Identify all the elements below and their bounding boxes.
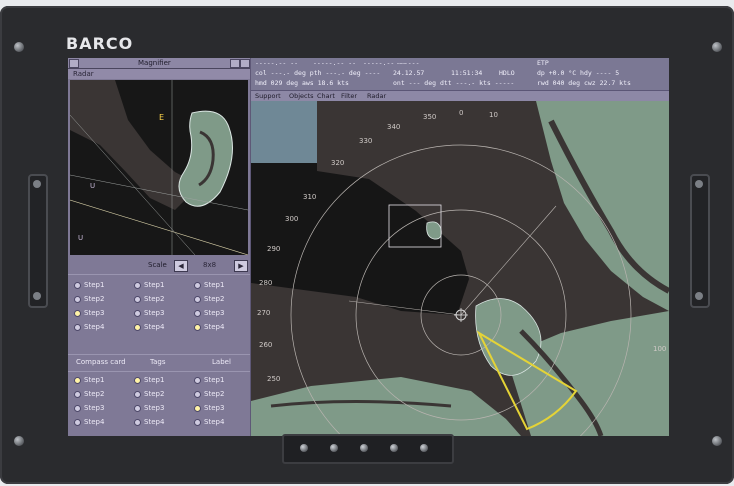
label-header: Label xyxy=(212,358,231,366)
menu-item-filter[interactable]: Filter xyxy=(341,91,357,101)
monitor-button[interactable] xyxy=(390,444,398,452)
bearing-label: 300 xyxy=(285,215,298,223)
monitor-button[interactable] xyxy=(300,444,308,452)
bearing-label: 10 xyxy=(489,111,498,119)
option-step[interactable]: Step3 xyxy=(194,306,246,320)
info-mode: HDLO xyxy=(499,69,515,77)
radar-label: Radar xyxy=(68,69,250,79)
bearing-label: 100 xyxy=(653,345,666,353)
svg-text:U: U xyxy=(78,234,83,242)
screw-icon xyxy=(712,436,722,446)
info-time: 11:51:34 xyxy=(451,69,483,77)
option-step[interactable]: Step4 xyxy=(194,415,246,429)
option-step[interactable]: Step4 xyxy=(134,415,186,429)
menu-item-radar[interactable]: Radar xyxy=(367,91,386,101)
option-step[interactable]: Step3 xyxy=(194,401,246,415)
left-handle xyxy=(28,174,48,308)
option-step[interactable]: Step4 xyxy=(74,415,126,429)
barco-logo: BARCO xyxy=(66,34,134,53)
info-field: ------ xyxy=(396,59,420,67)
minimize-icon[interactable] xyxy=(230,59,240,68)
option-step[interactable]: Step1 xyxy=(134,278,186,292)
magnifier-panel: Magnifier Radar E U U Scale ◀ 8x8 ▶ Step… xyxy=(68,58,251,436)
option-step[interactable]: Step1 xyxy=(134,373,186,387)
option-step[interactable]: Step3 xyxy=(134,306,186,320)
option-step[interactable]: Step3 xyxy=(74,306,126,320)
bearing-label: 310 xyxy=(303,193,316,201)
option-step[interactable]: Step3 xyxy=(74,401,126,415)
info-field: dp +0.0 °C hdy ---- 5 xyxy=(537,69,620,77)
option-step[interactable]: Step1 xyxy=(74,373,126,387)
info-panel: -----.-- -- -----.-- -- -----.-- -- ----… xyxy=(251,58,669,90)
menu-item-support[interactable]: Support xyxy=(255,91,281,101)
option-step[interactable]: Step2 xyxy=(194,292,246,306)
option-step[interactable]: Step1 xyxy=(74,278,126,292)
info-field: -----.-- -- xyxy=(313,59,357,67)
option-step[interactable]: Step2 xyxy=(74,292,126,306)
info-field: hmd 029 deg aws 18.6 kts xyxy=(255,79,349,87)
bearing-label: 250 xyxy=(267,375,280,383)
bearing-label: 260 xyxy=(259,341,272,349)
bearing-label: 350 xyxy=(423,113,436,121)
option-step[interactable]: Step2 xyxy=(134,292,186,306)
info-field: ETP xyxy=(537,59,549,67)
bearing-label: 330 xyxy=(359,137,372,145)
screw-icon xyxy=(712,42,722,52)
radar-view[interactable]: 350 0 10 340 330 320 310 300 290 280 270… xyxy=(251,101,669,436)
bearing-label: 340 xyxy=(387,123,400,131)
display-screen: Magnifier Radar E U U Scale ◀ 8x8 ▶ Step… xyxy=(68,58,669,436)
option-column-3: Step1 Step2 Step3 Step4 xyxy=(194,278,246,334)
menu-item-objects[interactable]: Objects xyxy=(289,91,314,101)
monitor-button-strip xyxy=(282,434,454,464)
scale-row: Scale ◀ 8x8 ▶ xyxy=(68,258,250,272)
scale-label: Scale xyxy=(148,261,167,269)
info-field: -----.-- -- xyxy=(255,59,299,67)
option-step[interactable]: Step2 xyxy=(74,387,126,401)
option-column-1: Step1 Step2 Step3 Step4 xyxy=(74,278,126,334)
magnifier-title: Magnifier xyxy=(138,59,171,67)
svg-text:U: U xyxy=(90,182,95,190)
bearing-label: 280 xyxy=(259,279,272,287)
bearing-label: 0 xyxy=(459,109,463,117)
option-step[interactable]: Step1 xyxy=(194,278,246,292)
radar-panel: -----.-- -- -----.-- -- -----.-- -- ----… xyxy=(251,58,669,436)
magnifier-view[interactable]: E U U xyxy=(70,80,248,255)
menu-item-chart[interactable]: Chart xyxy=(317,91,335,101)
magnifier-titlebar: Magnifier xyxy=(68,58,250,69)
screw-icon xyxy=(14,436,24,446)
right-handle xyxy=(690,174,710,308)
close-icon[interactable] xyxy=(240,59,250,68)
option-step[interactable]: Step3 xyxy=(134,401,186,415)
option-step[interactable]: Step2 xyxy=(194,387,246,401)
option-step[interactable]: Step2 xyxy=(134,387,186,401)
scale-increase-button[interactable]: ▶ xyxy=(234,260,248,272)
scale-decrease-button[interactable]: ◀ xyxy=(174,260,188,272)
bearing-label: 270 xyxy=(257,309,270,317)
option-column-2: Step1 Step2 Step3 Step4 xyxy=(134,278,186,334)
info-date: 24.12.57 xyxy=(393,69,425,77)
compass-card-options: Step1 Step2 Step3 Step4 xyxy=(74,373,126,429)
info-field: ont --- deg dtt ---.- kts ----- xyxy=(393,79,515,87)
screw-icon xyxy=(14,42,24,52)
info-field: rwd 040 deg cwz 22.7 kts xyxy=(537,79,631,87)
monitor-button[interactable] xyxy=(420,444,428,452)
menu-icon[interactable] xyxy=(69,59,79,68)
option-step[interactable]: Step4 xyxy=(134,320,186,334)
svg-text:E: E xyxy=(159,113,164,122)
tags-options: Step1 Step2 Step3 Step4 xyxy=(134,373,186,429)
bearing-label: 290 xyxy=(267,245,280,253)
monitor-button[interactable] xyxy=(330,444,338,452)
option-step[interactable]: Step4 xyxy=(194,320,246,334)
scale-value: 8x8 xyxy=(203,261,217,269)
option-step[interactable]: Step1 xyxy=(194,373,246,387)
tags-header: Tags xyxy=(150,358,166,366)
info-field: col ---.- deg pth ---.- deg ---- xyxy=(255,69,381,77)
monitor-button[interactable] xyxy=(360,444,368,452)
compass-card-header: Compass card xyxy=(76,358,126,366)
option-step[interactable]: Step4 xyxy=(74,320,126,334)
bearing-label: 320 xyxy=(331,159,344,167)
label-options: Step1 Step2 Step3 Step4 xyxy=(194,373,246,429)
